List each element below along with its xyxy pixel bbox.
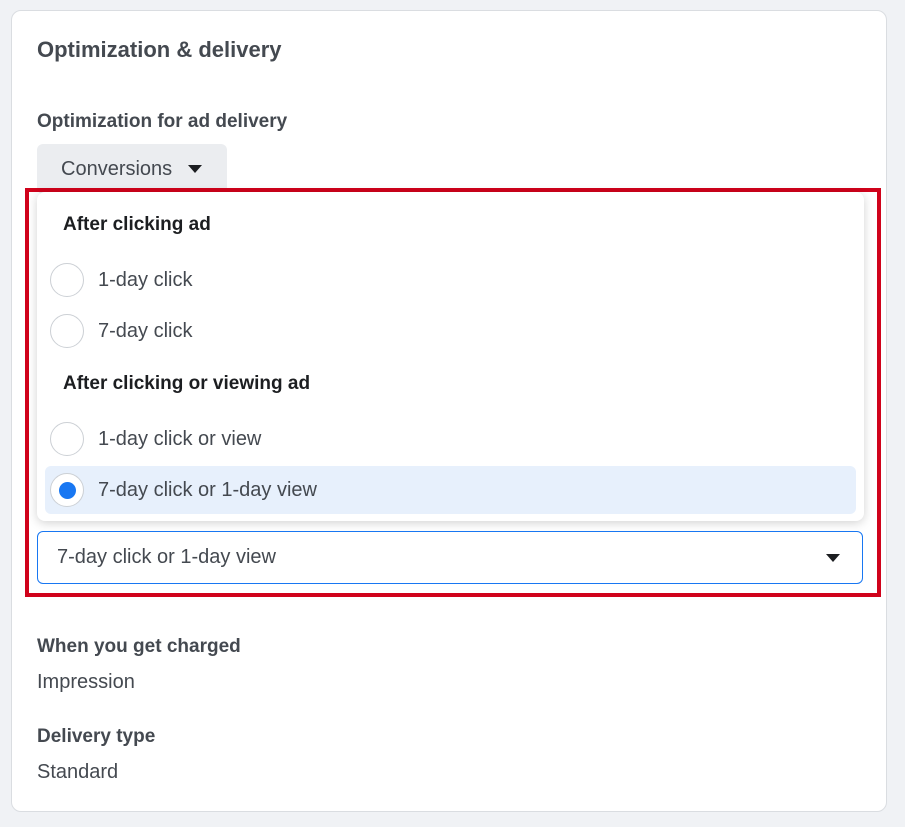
option-7-day-click[interactable]: 7-day click	[45, 307, 856, 355]
caret-down-icon	[826, 554, 840, 562]
optimization-label: Optimization for ad delivery	[37, 111, 288, 132]
radio-icon[interactable]	[50, 422, 84, 456]
group-heading-after-click-or-view: After clicking or viewing ad	[63, 373, 311, 394]
attribution-select[interactable]: 7-day click or 1-day view	[37, 531, 863, 584]
option-label: 1-day click	[98, 268, 193, 291]
charging-value: Impression	[37, 671, 135, 693]
radio-icon[interactable]	[50, 263, 84, 297]
optimization-delivery-card: Optimization & delivery Optimization for…	[11, 10, 887, 812]
optimization-value: Conversions	[61, 157, 173, 180]
radio-dot-icon	[58, 481, 76, 499]
option-label: 7-day click	[98, 319, 193, 342]
attribution-select-value: 7-day click or 1-day view	[57, 546, 276, 568]
section-title: Optimization & delivery	[37, 37, 282, 62]
option-1-day-click[interactable]: 1-day click	[45, 256, 856, 304]
attribution-dropdown-menu: After clicking ad 1-day click 7-day clic…	[37, 192, 864, 521]
caret-down-icon	[188, 165, 203, 173]
option-7-day-click-or-1-day-view[interactable]: 7-day click or 1-day view	[45, 466, 856, 514]
charging-label: When you get charged	[37, 636, 241, 657]
radio-icon[interactable]	[50, 314, 84, 348]
group-heading-after-click: After clicking ad	[63, 214, 211, 235]
option-1-day-click-or-view[interactable]: 1-day click or view	[45, 415, 856, 463]
radio-selected-icon[interactable]	[50, 473, 84, 507]
optimization-dropdown-button[interactable]: Conversions	[37, 144, 227, 194]
option-label: 1-day click or view	[98, 427, 262, 450]
delivery-type-value: Standard	[37, 761, 119, 783]
delivery-type-label: Delivery type	[37, 726, 156, 747]
option-label: 7-day click or 1-day view	[98, 478, 317, 501]
